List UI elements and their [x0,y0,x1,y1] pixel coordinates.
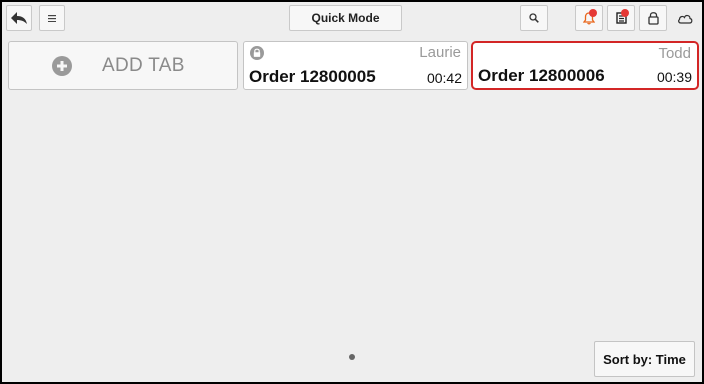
add-tab-button[interactable]: ADD TAB [8,41,238,90]
lock-icon [250,46,264,60]
tickets-badge [621,9,629,17]
menu-button[interactable] [39,5,65,31]
notifications-button[interactable] [575,5,603,31]
order-user: Todd [658,45,691,62]
order-user: Laurie [419,44,461,61]
lock-button[interactable] [639,5,667,31]
cloud-sync-button[interactable] [671,5,699,31]
notifications-badge [589,9,597,17]
order-tab-12800005[interactable]: Laurie Order 12800005 00:42 [243,41,468,90]
order-elapsed-time: 00:39 [656,69,692,85]
order-tab-12800006[interactable]: Todd Order 12800006 00:39 [471,41,699,90]
search-button[interactable] [520,5,548,31]
add-tab-label: ADD TAB [102,54,185,76]
cloud-icon [678,14,693,24]
page-indicator-dot [349,354,355,360]
tickets-button[interactable] [607,5,635,31]
order-number: Order 12800006 [478,66,605,85]
lock-icon [647,12,659,25]
back-button[interactable] [6,5,32,31]
sort-by-button[interactable]: Sort by: Time [594,341,695,377]
plus-circle-icon [52,55,72,76]
back-arrow-icon [11,12,27,24]
hamburger-menu-icon [48,14,56,22]
quick-mode-label: Quick Mode [311,11,380,25]
search-icon [529,13,539,23]
order-number: Order 12800005 [249,67,376,86]
order-screen: Quick Mode ADD TAB Laurie Order 12800005… [2,2,702,382]
quick-mode-button[interactable]: Quick Mode [289,5,402,31]
order-elapsed-time: 00:42 [426,70,462,86]
sort-label: Sort by: Time [603,351,686,367]
